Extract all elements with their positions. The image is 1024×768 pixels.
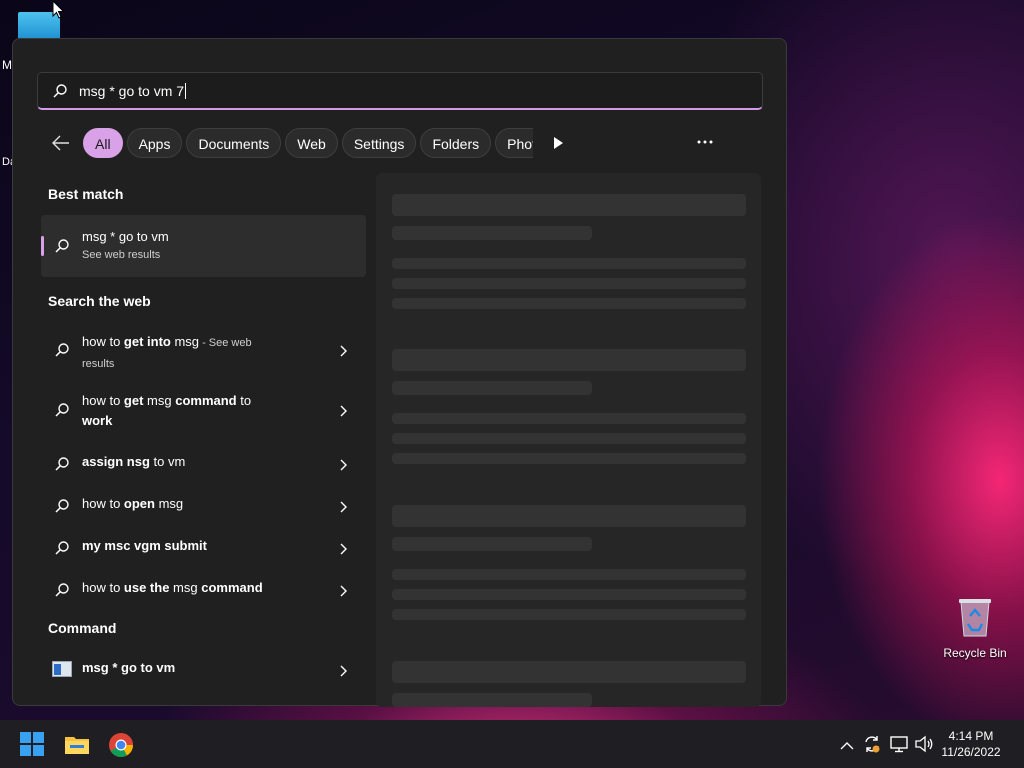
chevron-right-icon	[339, 458, 347, 476]
windows-start-icon[interactable]	[20, 732, 44, 761]
taskbar-clock[interactable]: 4:14 PM 11/26/2022	[940, 728, 1002, 760]
web-result-text: assign nsg to vm	[82, 454, 186, 469]
filter-bar: AllAppsDocumentsWebSettingsFoldersPhot	[37, 128, 737, 160]
command-heading: Command	[48, 620, 117, 636]
search-icon	[54, 238, 70, 259]
best-match-heading: Best match	[48, 186, 124, 202]
search-icon	[54, 498, 70, 519]
search-web-heading: Search the web	[48, 293, 151, 309]
skeleton-bar	[392, 194, 746, 216]
chevron-right-icon	[339, 584, 347, 602]
chevron-right-icon	[339, 542, 347, 560]
command-result-item[interactable]: msg * go to vm	[41, 655, 366, 685]
web-result-item[interactable]: how to get into msg - See web results	[41, 329, 366, 371]
web-result-item[interactable]: how to use the msg command	[41, 575, 366, 605]
filter-chip-documents[interactable]: Documents	[186, 128, 282, 158]
best-match-title: msg * go to vm	[82, 229, 169, 244]
web-result-text: how to open msg	[82, 496, 184, 511]
web-result-text: my msc vgm submit	[82, 538, 207, 553]
skeleton-bar	[392, 505, 746, 527]
skeleton-bar	[392, 693, 592, 707]
command-result-text: msg * go to vm	[82, 660, 176, 675]
chevron-up-icon[interactable]	[840, 738, 854, 756]
skeleton-bar	[392, 278, 746, 289]
more-icon[interactable]	[697, 132, 713, 157]
text-caret	[185, 83, 187, 99]
file-explorer-icon[interactable]	[64, 732, 90, 761]
chevron-right-icon	[339, 344, 347, 362]
skeleton-bar	[392, 661, 746, 683]
search-icon	[54, 582, 70, 603]
search-icon	[54, 540, 70, 561]
network-icon[interactable]	[889, 734, 909, 759]
search-input[interactable]: msg * go to vm 7	[37, 72, 763, 110]
skeleton-bar	[392, 453, 746, 464]
skeleton-bar	[392, 589, 746, 600]
recycle-bin[interactable]: Recycle Bin	[940, 596, 1010, 660]
best-match-subtitle: See web results	[82, 249, 161, 261]
skeleton-bar	[392, 258, 746, 269]
skeleton-bar	[392, 298, 746, 309]
play-icon[interactable]	[552, 136, 564, 155]
filter-chip-web[interactable]: Web	[285, 128, 338, 158]
skeleton-bar	[392, 226, 592, 240]
skeleton-bar	[392, 433, 746, 444]
clock-date: 11/26/2022	[941, 745, 1001, 759]
skeleton-bar	[392, 609, 746, 620]
mouse-cursor-icon	[52, 0, 66, 25]
chevron-right-icon	[339, 500, 347, 518]
volume-icon[interactable]	[914, 734, 934, 759]
recycle-bin-label: Recycle Bin	[943, 646, 1007, 660]
filter-chip-settings[interactable]: Settings	[341, 128, 417, 158]
web-result-text: how to get into msg - See web results	[82, 334, 252, 370]
search-icon	[54, 402, 70, 423]
filter-chip-all[interactable]: All	[83, 128, 123, 158]
search-query-text: msg * go to vm 7	[79, 83, 185, 99]
web-result-item[interactable]: how to open msg	[41, 491, 366, 521]
chevron-right-icon	[339, 664, 347, 682]
search-icon	[54, 342, 70, 363]
chrome-icon[interactable]	[108, 732, 134, 763]
web-result-text: how to get msg command to work	[82, 393, 252, 428]
preview-pane-loading	[376, 173, 761, 707]
best-match-item[interactable]: msg * go to vm See web results	[41, 215, 366, 277]
skeleton-bar	[392, 569, 746, 580]
skeleton-bar	[392, 381, 592, 395]
filter-chip-folders[interactable]: Folders	[420, 128, 492, 158]
web-result-text: how to use the msg command	[82, 580, 263, 595]
desktop-icon-label-fragment: M	[2, 58, 12, 72]
taskbar: 4:14 PM 11/26/2022	[0, 720, 1024, 768]
filter-chip-photos[interactable]: Phot	[495, 128, 533, 158]
chevron-right-icon	[339, 404, 347, 422]
recycle-bin-icon	[957, 596, 993, 638]
filter-chip-apps[interactable]: Apps	[126, 128, 183, 158]
search-icon	[54, 456, 70, 477]
web-result-item[interactable]: my msc vgm submit	[41, 533, 366, 563]
back-arrow-icon[interactable]	[51, 134, 71, 157]
search-icon	[52, 83, 68, 104]
search-panel: msg * go to vm 7 All Apps Documents Web Sett…	[12, 38, 787, 707]
skeleton-bar	[392, 413, 746, 424]
selection-indicator	[41, 236, 44, 256]
web-result-item[interactable]: how to get msg command to work	[41, 389, 366, 431]
skeleton-bar	[392, 537, 592, 551]
filter-chips: AllAppsDocumentsWebSettingsFoldersPhot	[83, 128, 533, 160]
command-prompt-icon	[52, 661, 72, 682]
clock-time: 4:14 PM	[948, 729, 994, 743]
sync-icon[interactable]	[862, 734, 882, 759]
web-result-item[interactable]: assign nsg to vm	[41, 449, 366, 479]
skeleton-bar	[392, 349, 746, 371]
